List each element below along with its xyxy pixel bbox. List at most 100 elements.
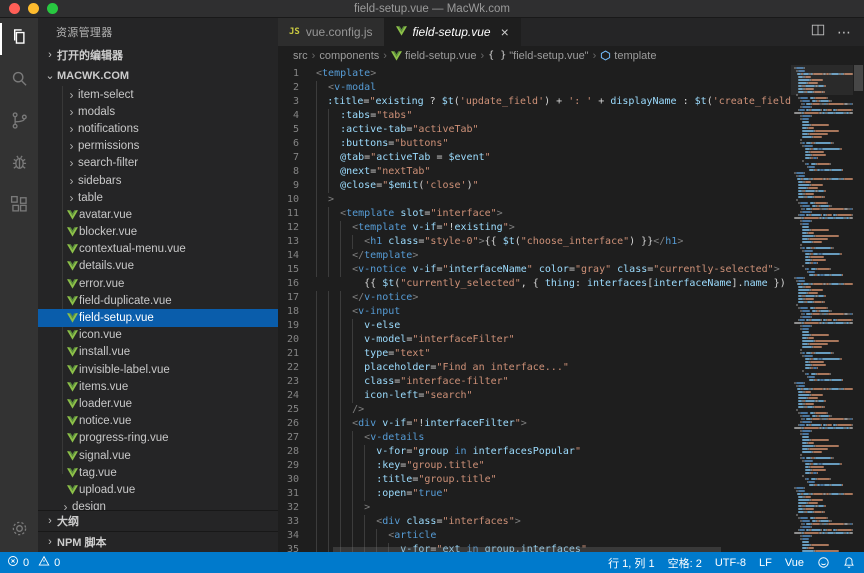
tree-item-modals[interactable]: ›modals xyxy=(38,103,278,120)
code-line[interactable]: 9@close="$emit('close')" xyxy=(278,179,791,193)
language-mode[interactable]: Vue xyxy=(785,557,804,569)
tree-item-progress-ring-vue[interactable]: progress-ring.vue xyxy=(38,430,278,447)
tree-item-design[interactable]: ›design xyxy=(38,499,278,511)
vue-file-icon xyxy=(65,261,79,271)
tree-item-blocker-vue[interactable]: blocker.vue xyxy=(38,224,278,241)
tree-item-search-filter[interactable]: ›search-filter xyxy=(38,155,278,172)
outline-section[interactable]: › 大纲 xyxy=(38,510,278,531)
code-line[interactable]: 15<v-notice v-if="interfaceName" color="… xyxy=(278,263,791,277)
maximize-window-button[interactable] xyxy=(47,3,58,14)
tree-item-notifications[interactable]: ›notifications xyxy=(38,120,278,137)
activity-search[interactable] xyxy=(0,60,38,102)
activity-settings[interactable] xyxy=(0,510,38,552)
horizontal-scrollbar[interactable] xyxy=(333,547,784,552)
breadcrumb-template[interactable]: template xyxy=(600,50,656,62)
breadcrumb-components[interactable]: components xyxy=(319,50,379,62)
code-line[interactable]: 28v-for="group in interfacesPopular" xyxy=(278,445,791,459)
tree-item-details-vue[interactable]: details.vue xyxy=(38,258,278,275)
code-line[interactable]: 31:open="true" xyxy=(278,487,791,501)
eol-status[interactable]: LF xyxy=(759,557,772,569)
more-actions-button[interactable]: ⋯ xyxy=(837,24,852,41)
code-line[interactable]: 19v-else xyxy=(278,319,791,333)
tree-item-field-setup-vue[interactable]: field-setup.vue xyxy=(38,309,278,326)
code-line[interactable]: 7@tab="activeTab = $event" xyxy=(278,151,791,165)
code-line[interactable]: 29:key="group.title" xyxy=(278,459,791,473)
code-line[interactable]: 27<v-details xyxy=(278,431,791,445)
code-line[interactable]: 17</v-notice> xyxy=(278,291,791,305)
activity-explorer[interactable] xyxy=(0,18,38,60)
scrollbar-thumb[interactable] xyxy=(333,547,721,552)
tree-item-invisible-label-vue[interactable]: invisible-label.vue xyxy=(38,361,278,378)
minimize-window-button[interactable] xyxy=(28,3,39,14)
close-icon[interactable]: × xyxy=(501,25,509,39)
minimap[interactable] xyxy=(791,65,853,552)
tree-item-upload-vue[interactable]: upload.vue xyxy=(38,481,278,498)
code-line[interactable]: 2<v-modal xyxy=(278,81,791,95)
code-line[interactable]: 25/> xyxy=(278,403,791,417)
npm-scripts-section[interactable]: › NPM 脚本 xyxy=(38,531,278,552)
code-line[interactable]: 11<template slot="interface"> xyxy=(278,207,791,221)
indentation-status[interactable]: 空格: 2 xyxy=(668,555,702,571)
tree-item-icon-vue[interactable]: icon.vue xyxy=(38,327,278,344)
code-line[interactable]: 16 {{ $t("currently_selected", { thing: … xyxy=(278,277,791,291)
open-editors-section[interactable]: › 打开的编辑器 xyxy=(38,44,278,65)
code-line[interactable]: 6:buttons="buttons" xyxy=(278,137,791,151)
minimap-viewport[interactable] xyxy=(791,65,853,95)
vertical-scrollbar[interactable] xyxy=(853,65,864,552)
code-line[interactable]: 13<h1 class="style-0">{{ $t("choose_inte… xyxy=(278,235,791,249)
breadcrumb-field-setupvue[interactable]: field-setup.vue xyxy=(391,50,477,62)
code-line[interactable]: 33<div class="interfaces"> xyxy=(278,515,791,529)
tree-item-loader-vue[interactable]: loader.vue xyxy=(38,395,278,412)
code-line[interactable]: 8@next="nextTab" xyxy=(278,165,791,179)
code-line[interactable]: 30:title="group.title" xyxy=(278,473,791,487)
breadcrumb-field-setupvue[interactable]: { }"field-setup.vue" xyxy=(488,50,588,62)
tree-item-notice-vue[interactable]: notice.vue xyxy=(38,413,278,430)
scrollbar-thumb[interactable] xyxy=(854,65,863,91)
tree-item-items-vue[interactable]: items.vue xyxy=(38,378,278,395)
workspace-root-section[interactable]: ⌄ MACWK.COM xyxy=(38,65,278,86)
tab-vue-config-js[interactable]: JSvue.config.js xyxy=(278,18,385,46)
tree-item-error-vue[interactable]: error.vue xyxy=(38,275,278,292)
code-editor[interactable]: 1<template>2<v-modal3:title="existing ? … xyxy=(278,65,864,552)
code-line[interactable]: 12<template v-if="!existing"> xyxy=(278,221,791,235)
tab-field-setup-vue[interactable]: field-setup.vue× xyxy=(385,18,521,46)
problems-status[interactable]: 0 0 xyxy=(7,555,60,570)
close-window-button[interactable] xyxy=(9,3,20,14)
activity-extensions[interactable] xyxy=(0,186,38,228)
tree-item-contextual-menu-vue[interactable]: contextual-menu.vue xyxy=(38,241,278,258)
cursor-position[interactable]: 行 1, 列 1 xyxy=(608,555,654,571)
tree-item-item-select[interactable]: ›item-select xyxy=(38,86,278,103)
code-line[interactable]: 18<v-input xyxy=(278,305,791,319)
tree-item-tag-vue[interactable]: tag.vue xyxy=(38,464,278,481)
activity-run-debug[interactable] xyxy=(0,144,38,186)
tree-item-avatar-vue[interactable]: avatar.vue xyxy=(38,206,278,223)
vue-file-icon xyxy=(65,451,79,461)
feedback-smiley-icon[interactable] xyxy=(817,556,830,569)
code-line[interactable]: 23class="interface-filter" xyxy=(278,375,791,389)
code-line[interactable]: 10> xyxy=(278,193,791,207)
tree-item-signal-vue[interactable]: signal.vue xyxy=(38,447,278,464)
code-line[interactable]: 24icon-left="search" xyxy=(278,389,791,403)
tree-item-sidebars[interactable]: ›sidebars xyxy=(38,172,278,189)
code-line[interactable]: 34<article xyxy=(278,529,791,543)
tree-item-permissions[interactable]: ›permissions xyxy=(38,138,278,155)
code-area[interactable]: 1<template>2<v-modal3:title="existing ? … xyxy=(278,65,791,552)
code-line[interactable]: 26<div v-if="!interfaceFilter"> xyxy=(278,417,791,431)
split-editor-icon[interactable] xyxy=(811,23,825,42)
notifications-bell-icon[interactable] xyxy=(843,556,855,569)
encoding-status[interactable]: UTF-8 xyxy=(715,557,746,569)
tree-item-field-duplicate-vue[interactable]: field-duplicate.vue xyxy=(38,292,278,309)
code-line[interactable]: 20v-model="interfaceFilter" xyxy=(278,333,791,347)
code-line[interactable]: 14</template> xyxy=(278,249,791,263)
code-line[interactable]: 3:title="existing ? $t('update_field') +… xyxy=(278,95,791,109)
code-line[interactable]: 32> xyxy=(278,501,791,515)
code-line[interactable]: 1<template> xyxy=(278,67,791,81)
code-line[interactable]: 5:active-tab="activeTab" xyxy=(278,123,791,137)
breadcrumb-src[interactable]: src xyxy=(293,50,308,62)
code-line[interactable]: 4:tabs="tabs" xyxy=(278,109,791,123)
tree-item-table[interactable]: ›table xyxy=(38,189,278,206)
code-line[interactable]: 22placeholder="Find an interface..." xyxy=(278,361,791,375)
activity-source-control[interactable] xyxy=(0,102,38,144)
code-line[interactable]: 21type="text" xyxy=(278,347,791,361)
tree-item-install-vue[interactable]: install.vue xyxy=(38,344,278,361)
